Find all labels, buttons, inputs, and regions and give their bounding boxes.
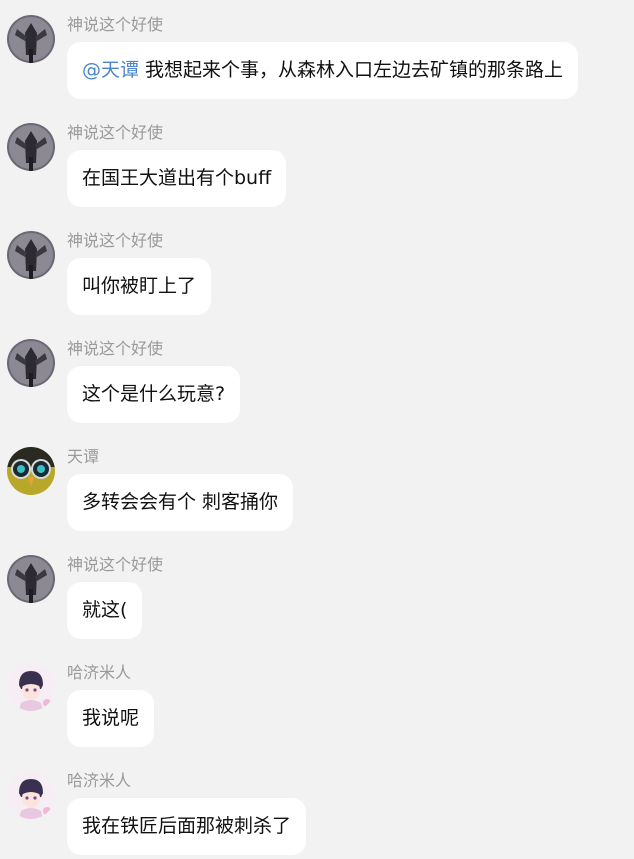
anime-boy-avatar-icon[interactable] <box>7 771 55 819</box>
message-text: 我想起来个事，从森林入口左边去矿镇的那条路上 <box>139 59 564 81</box>
chat-message: 神说这个好使 就这( <box>0 555 634 655</box>
chat-message: 哈济米人 我说呢 <box>0 663 634 763</box>
message-bubble[interactable]: 叫你被盯上了 <box>67 258 212 315</box>
message-bubble[interactable]: 多转会会有个 刺客捅你 <box>67 474 294 531</box>
hooded-figure-avatar-icon[interactable] <box>7 123 55 171</box>
hooded-figure-avatar-icon[interactable] <box>7 339 55 387</box>
chat-message: 神说这个好使 @天谭 我想起来个事，从森林入口左边去矿镇的那条路上 <box>0 15 634 115</box>
hooded-figure-avatar-icon[interactable] <box>7 555 55 603</box>
message-text: 多转会会有个 刺客捅你 <box>82 491 279 513</box>
message-bubble[interactable]: 这个是什么玩意? <box>67 366 241 423</box>
chat-message: 天谭 多转会会有个 刺客捅你 <box>0 447 634 547</box>
message-text: 在国王大道出有个buff <box>82 167 272 189</box>
chat-message: 神说这个好使 在国王大道出有个buff <box>0 123 634 223</box>
message-text: 这个是什么玩意? <box>82 383 226 405</box>
sender-name: 神说这个好使 <box>67 231 164 250</box>
chat-message: 哈济米人 我在铁匠后面那被刺杀了 <box>0 771 634 859</box>
hooded-figure-avatar-icon[interactable] <box>7 231 55 279</box>
message-bubble[interactable]: 就这( <box>67 582 143 639</box>
mention-link[interactable]: @天谭 <box>82 59 139 81</box>
sender-name: 天谭 <box>67 447 100 466</box>
hooded-figure-avatar-icon[interactable] <box>7 15 55 63</box>
message-bubble[interactable]: 我在铁匠后面那被刺杀了 <box>67 798 307 855</box>
message-text: 叫你被盯上了 <box>82 275 197 297</box>
sender-name: 神说这个好使 <box>67 123 164 142</box>
message-text: 我在铁匠后面那被刺杀了 <box>82 815 292 837</box>
owl-avatar-icon[interactable] <box>7 447 55 495</box>
message-text: 就这( <box>82 599 128 621</box>
anime-boy-avatar-icon[interactable] <box>7 663 55 711</box>
message-bubble[interactable]: @天谭 我想起来个事，从森林入口左边去矿镇的那条路上 <box>67 42 579 99</box>
chat-log: 神说这个好使 @天谭 我想起来个事，从森林入口左边去矿镇的那条路上 神说这个好使… <box>0 0 634 859</box>
sender-name: 神说这个好使 <box>67 15 164 34</box>
sender-name: 哈济米人 <box>67 663 132 682</box>
chat-message: 神说这个好使 这个是什么玩意? <box>0 339 634 439</box>
message-bubble[interactable]: 我说呢 <box>67 690 155 747</box>
message-bubble[interactable]: 在国王大道出有个buff <box>67 150 287 207</box>
message-text: 我说呢 <box>82 707 140 729</box>
chat-message: 神说这个好使 叫你被盯上了 <box>0 231 634 331</box>
sender-name: 神说这个好使 <box>67 555 164 574</box>
sender-name: 哈济米人 <box>67 771 132 790</box>
sender-name: 神说这个好使 <box>67 339 164 358</box>
